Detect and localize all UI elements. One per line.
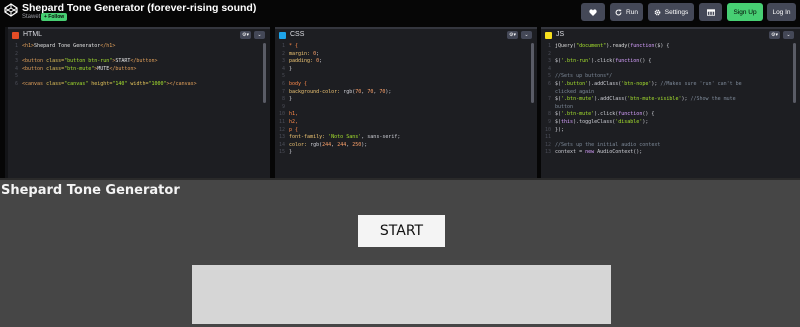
css-pane-title: CSS (290, 31, 305, 38)
html-icon (12, 32, 19, 39)
preview-heading: Shepard Tone Generator (1, 183, 180, 198)
follow-button[interactable]: + Follow (41, 13, 68, 21)
heart-icon (589, 8, 597, 16)
layout-icon (706, 8, 715, 16)
start-button[interactable]: START (358, 215, 445, 247)
js-collapse-button[interactable]: ⌄ (783, 31, 794, 39)
author-name[interactable]: Stawet (22, 14, 40, 20)
js-icon (545, 32, 552, 39)
pane-resizer[interactable] (0, 27, 5, 178)
gear-icon (654, 9, 661, 15)
top-bar: Shepard Tone Generator (forever-rising s… (0, 0, 800, 27)
css-collapse-button[interactable]: ⌄ (521, 31, 532, 39)
html-editor-pane: HTML ⚙▾ ⌄ 1 <h1>Shepard Tone Generator</h… (8, 27, 270, 178)
js-pane-title: JS (556, 31, 565, 38)
like-button[interactable] (581, 3, 605, 21)
html-settings-dropdown[interactable]: ⚙▾ (240, 31, 251, 39)
signup-button[interactable]: Sign Up (727, 3, 763, 21)
js-editor-pane: JS ⚙▾ ⌄ 1 jQuery("document").ready(functi… (541, 27, 800, 178)
js-code[interactable]: 1 jQuery("document").ready(function($) { … (541, 43, 800, 157)
css-editor-pane: CSS ⚙▾ ⌄ 1 * { 2 margin: 0; 3 padding: 0;… (275, 27, 537, 178)
css-icon (279, 32, 286, 39)
js-settings-dropdown[interactable]: ⚙▾ (769, 31, 780, 39)
html-pane-header: HTML ⚙▾ ⌄ (8, 27, 270, 41)
codepen-logo-icon[interactable] (4, 3, 18, 17)
html-pane-title: HTML (23, 31, 43, 38)
editor-area: HTML ⚙▾ ⌄ 1 <h1>Shepard Tone Generator</h… (0, 27, 800, 178)
login-button[interactable]: Log In (767, 3, 796, 21)
css-code[interactable]: 1 * { 2 margin: 0; 3 padding: 0; 4} 5 6 bo… (275, 43, 537, 157)
settings-button[interactable]: Settings (648, 3, 694, 21)
refresh-icon (615, 8, 622, 15)
js-scrollbar[interactable] (793, 43, 796, 103)
settings-label: Settings (664, 8, 689, 16)
run-label: Run (626, 8, 638, 16)
css-pane-header: CSS ⚙▾ ⌄ (275, 27, 537, 41)
html-collapse-button[interactable]: ⌄ (254, 31, 265, 39)
run-button[interactable]: Run (610, 3, 643, 21)
css-settings-dropdown[interactable]: ⚙▾ (507, 31, 518, 39)
result-preview: Shepard Tone Generator START (0, 178, 800, 327)
change-view-button[interactable] (699, 3, 722, 21)
js-pane-header: JS ⚙▾ ⌄ (541, 27, 800, 41)
html-scrollbar[interactable] (263, 43, 266, 103)
html-code[interactable]: 1 <h1>Shepard Tone Generator</h1> 2 3 <but… (8, 43, 270, 89)
css-scrollbar[interactable] (531, 43, 534, 103)
waveform-canvas (192, 265, 611, 324)
